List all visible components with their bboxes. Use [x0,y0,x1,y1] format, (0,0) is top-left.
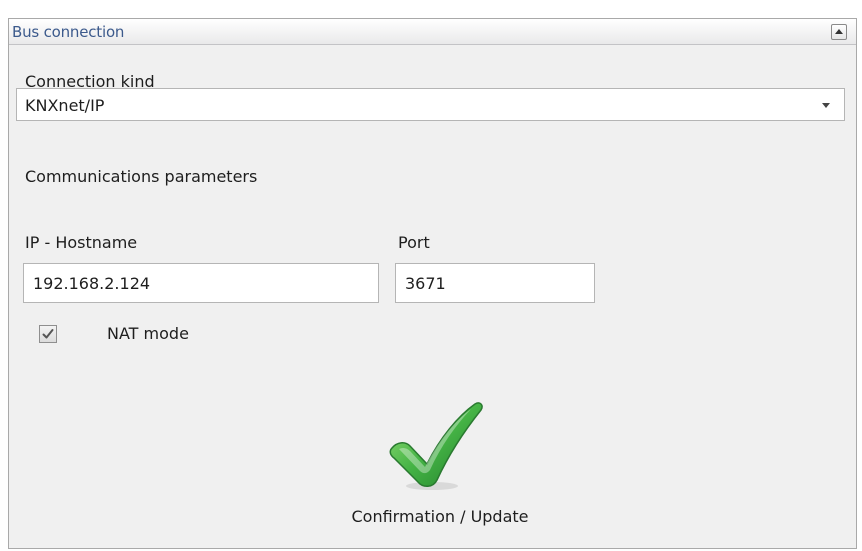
chevron-down-icon[interactable] [822,103,830,108]
nat-mode-label: NAT mode [107,324,189,343]
panel-header: Bus connection [9,19,856,45]
check-icon [42,329,54,339]
collapse-button[interactable] [831,24,847,40]
ip-hostname-input[interactable] [23,263,379,303]
confirm-update-label: Confirmation / Update [351,507,529,526]
confirm-update-button[interactable]: Confirmation / Update [320,400,560,535]
checkmark-icon [389,402,483,490]
port-label: Port [398,233,430,252]
port-input[interactable] [395,263,595,303]
connection-kind-value: KNXnet/IP [25,96,105,115]
nat-mode-checkbox[interactable] [39,325,57,343]
communications-parameters-heading: Communications parameters [25,167,258,186]
connection-kind-select[interactable]: KNXnet/IP [16,88,845,121]
panel-title: Bus connection [12,23,125,41]
ip-hostname-label: IP - Hostname [25,233,138,252]
